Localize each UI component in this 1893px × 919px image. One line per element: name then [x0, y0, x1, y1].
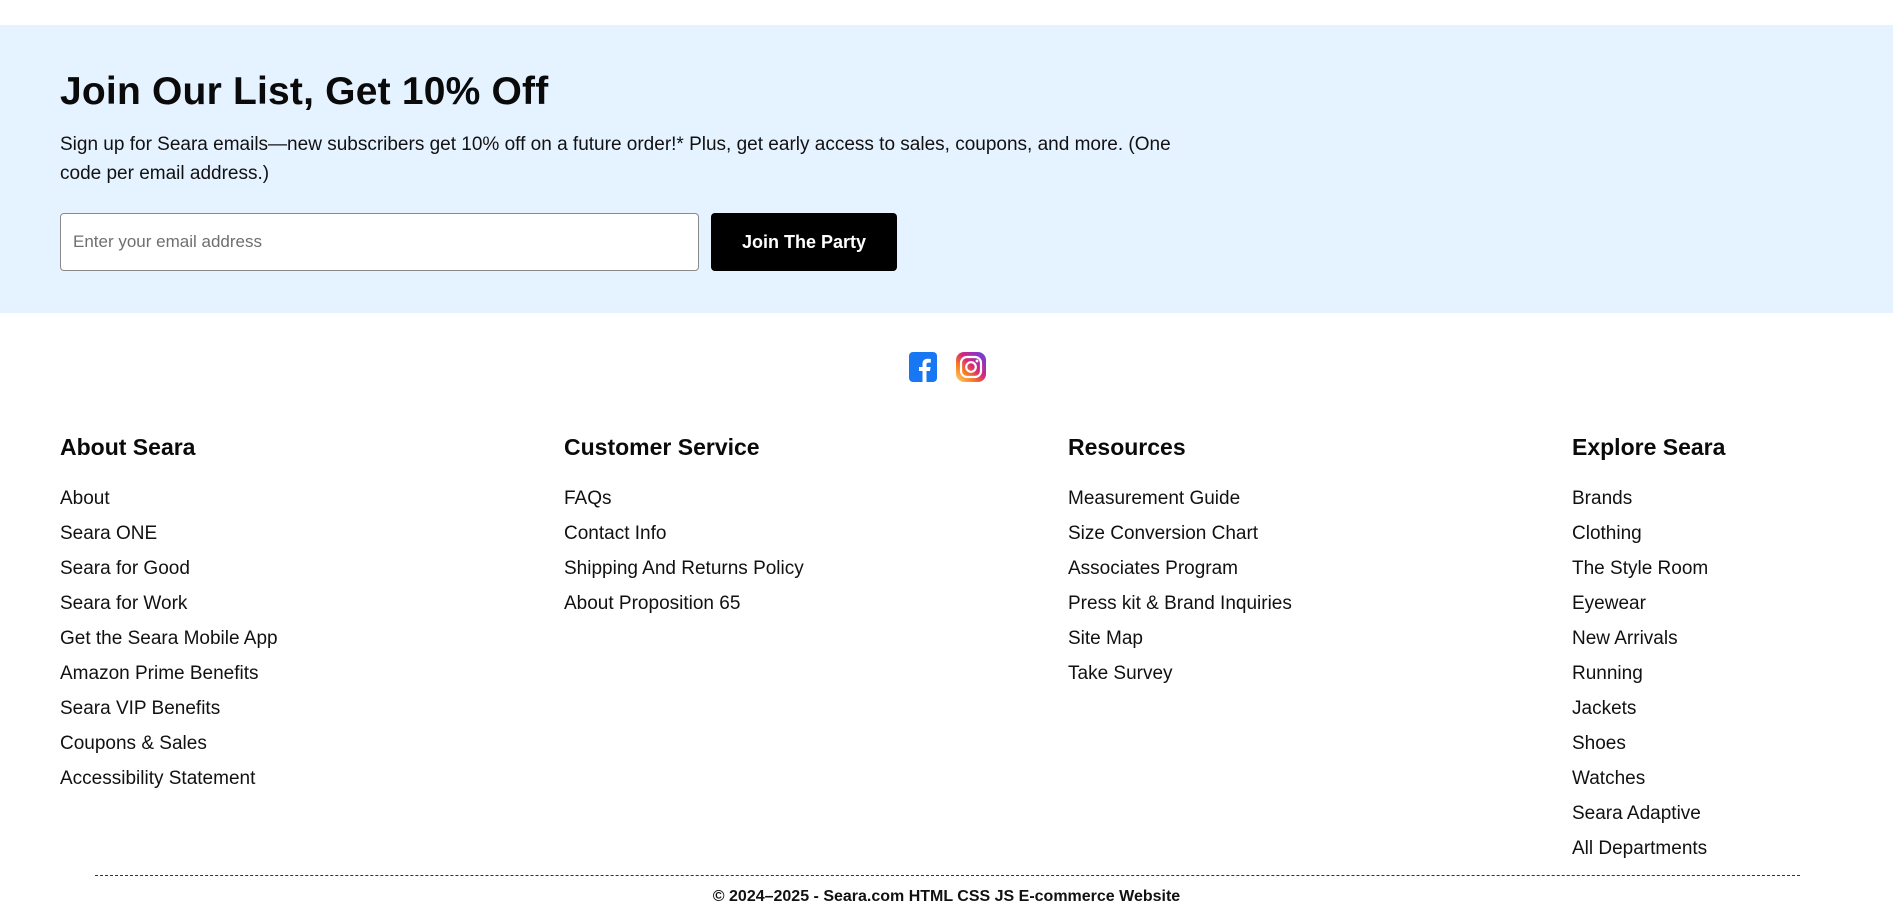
instagram-icon [955, 352, 986, 382]
join-the-party-button[interactable]: Join The Party [711, 213, 897, 271]
footer-link-prime-benefits[interactable]: Amazon Prime Benefits [60, 663, 259, 684]
instagram-link[interactable] [955, 350, 987, 384]
footer-link-brands[interactable]: Brands [1572, 488, 1632, 509]
footer-column-heading: About Seara [60, 434, 196, 460]
footer-link-take-survey[interactable]: Take Survey [1068, 663, 1173, 684]
newsletter-signup-section: Join Our List, Get 10% Off Sign up for S… [0, 25, 1893, 313]
footer-divider [95, 875, 1800, 876]
footer-link-running[interactable]: Running [1572, 663, 1643, 684]
footer-link-new-arrivals[interactable]: New Arrivals [1572, 628, 1678, 649]
social-links [0, 350, 1893, 384]
footer-column-resources: Resources Measurement Guide Size Convers… [1068, 432, 1292, 691]
footer-link-size-conversion[interactable]: Size Conversion Chart [1068, 523, 1258, 544]
footer-column-explore: Explore Seara Brands Clothing The Style … [1572, 432, 1725, 866]
signup-description: Sign up for Seara emails—new subscribers… [60, 134, 1171, 184]
footer-link-measurement-guide[interactable]: Measurement Guide [1068, 488, 1240, 509]
footer-link-shoes[interactable]: Shoes [1572, 733, 1626, 754]
footer-link-faqs[interactable]: FAQs [564, 488, 612, 509]
footer-column-heading: Customer Service [564, 434, 760, 460]
footer-link-accessibility[interactable]: Accessibility Statement [60, 768, 255, 789]
footer-link-eyewear[interactable]: Eyewear [1572, 593, 1646, 614]
facebook-icon [908, 352, 937, 382]
footer-link-mobile-app[interactable]: Get the Seara Mobile App [60, 628, 278, 649]
footer-link-site-map[interactable]: Site Map [1068, 628, 1143, 649]
email-input[interactable] [60, 213, 699, 271]
footer-link-press-kit[interactable]: Press kit & Brand Inquiries [1068, 593, 1292, 614]
footer-link-about[interactable]: About [60, 488, 110, 509]
footer-link-shipping-returns[interactable]: Shipping And Returns Policy [564, 558, 804, 579]
footer-link-jackets[interactable]: Jackets [1572, 698, 1636, 719]
footer-link-list: Brands Clothing The Style Room Eyewear N… [1572, 481, 1725, 866]
signup-title: Join Our List, Get 10% Off [60, 70, 549, 113]
footer-link-coupons-sales[interactable]: Coupons & Sales [60, 733, 207, 754]
footer-link-all-departments[interactable]: All Departments [1572, 838, 1707, 859]
footer-column-customer-service: Customer Service FAQs Contact Info Shipp… [564, 432, 804, 621]
footer-link-seara-for-good[interactable]: Seara for Good [60, 558, 190, 579]
copyright-text: © 2024–2025 - Seara.com HTML CSS JS E-co… [712, 888, 1181, 905]
footer-link-contact-info[interactable]: Contact Info [564, 523, 666, 544]
footer-link-seara-for-work[interactable]: Seara for Work [60, 593, 187, 614]
footer-link-style-room[interactable]: The Style Room [1572, 558, 1708, 579]
footer-link-list: FAQs Contact Info Shipping And Returns P… [564, 481, 804, 621]
footer-link-associates-program[interactable]: Associates Program [1068, 558, 1238, 579]
footer-link-vip-benefits[interactable]: Seara VIP Benefits [60, 698, 220, 719]
facebook-link[interactable] [907, 350, 939, 384]
signup-form: Join The Party [60, 213, 1893, 271]
footer-link-clothing[interactable]: Clothing [1572, 523, 1642, 544]
footer-link-list: Measurement Guide Size Conversion Chart … [1068, 481, 1292, 691]
footer-link-list: About Seara ONE Seara for Good Seara for… [60, 481, 278, 796]
footer-columns: About Seara About Seara ONE Seara for Go… [0, 432, 1893, 862]
footer-column-heading: Explore Seara [1572, 434, 1726, 460]
footer-link-watches[interactable]: Watches [1572, 768, 1645, 789]
footer-column-about: About Seara About Seara ONE Seara for Go… [60, 432, 278, 796]
footer-column-heading: Resources [1068, 434, 1186, 460]
footer-link-seara-adaptive[interactable]: Seara Adaptive [1572, 803, 1701, 824]
footer-link-seara-one[interactable]: Seara ONE [60, 523, 157, 544]
footer-link-proposition-65[interactable]: About Proposition 65 [564, 593, 740, 614]
